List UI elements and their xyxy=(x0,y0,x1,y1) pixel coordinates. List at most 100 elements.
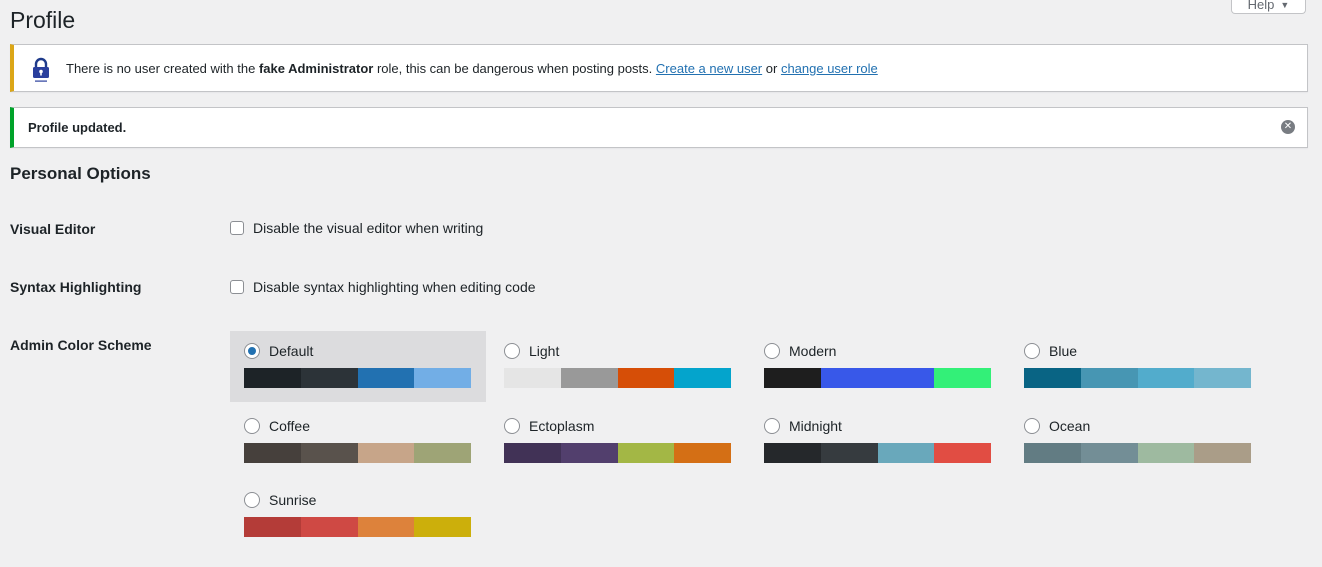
color-swatch xyxy=(934,443,991,463)
color-scheme-radio-light[interactable] xyxy=(504,343,520,359)
color-scheme-label-coffee[interactable]: Coffee xyxy=(269,418,310,434)
color-swatch xyxy=(300,368,358,388)
color-scheme-radio-modern[interactable] xyxy=(764,343,780,359)
color-scheme-radio-coffee[interactable] xyxy=(244,418,260,434)
color-scheme-radio-ocean[interactable] xyxy=(1024,418,1040,434)
help-label: Help xyxy=(1247,0,1275,12)
visual-editor-checkbox[interactable] xyxy=(230,221,244,235)
color-swatch-strip[interactable] xyxy=(1024,368,1251,388)
color-scheme-ectoplasm[interactable]: Ectoplasm xyxy=(490,406,746,477)
color-scheme-radio-midnight[interactable] xyxy=(764,418,780,434)
role-name: fake Administrator xyxy=(258,61,374,76)
color-scheme-blue[interactable]: Blue xyxy=(1010,331,1266,402)
color-scheme-header[interactable]: Ectoplasm xyxy=(504,418,732,434)
success-message: Profile updated. xyxy=(28,120,127,135)
color-scheme-header[interactable]: Blue xyxy=(1024,343,1252,359)
color-swatch xyxy=(674,443,731,463)
color-scheme-modern[interactable]: Modern xyxy=(750,331,1006,402)
color-scheme-header[interactable]: Modern xyxy=(764,343,992,359)
color-scheme-ocean[interactable]: Ocean xyxy=(1010,406,1266,477)
color-swatch xyxy=(617,368,675,388)
color-swatch xyxy=(820,368,878,388)
color-swatch xyxy=(934,368,991,388)
color-swatch xyxy=(504,443,561,463)
color-swatch xyxy=(1137,443,1195,463)
color-swatch-strip[interactable] xyxy=(244,443,471,463)
color-swatch-strip[interactable] xyxy=(1024,443,1251,463)
color-swatch xyxy=(244,368,301,388)
color-swatch xyxy=(560,443,618,463)
color-swatch xyxy=(1024,443,1081,463)
color-swatch xyxy=(1080,368,1138,388)
syntax-highlighting-label: Syntax Highlighting xyxy=(10,279,142,295)
color-swatch xyxy=(300,443,358,463)
color-swatch xyxy=(414,443,471,463)
personal-options-heading: Personal Options xyxy=(10,164,151,183)
color-swatch xyxy=(1080,443,1138,463)
color-scheme-header[interactable]: Light xyxy=(504,343,732,359)
visual-editor-label: Visual Editor xyxy=(10,221,96,237)
color-swatch xyxy=(357,517,415,537)
color-scheme-header[interactable]: Midnight xyxy=(764,418,992,434)
color-scheme-label-ocean[interactable]: Ocean xyxy=(1049,418,1090,434)
color-swatch xyxy=(877,368,935,388)
color-swatch xyxy=(244,517,301,537)
syntax-highlighting-checkbox[interactable] xyxy=(230,280,244,294)
color-swatch-strip[interactable] xyxy=(764,368,991,388)
visual-editor-option-label[interactable]: Disable the visual editor when writing xyxy=(253,220,483,236)
color-scheme-header[interactable]: Sunrise xyxy=(244,492,472,508)
color-scheme-label-midnight[interactable]: Midnight xyxy=(789,418,842,434)
color-scheme-radio-default[interactable] xyxy=(244,343,260,359)
color-scheme-header[interactable]: Ocean xyxy=(1024,418,1252,434)
color-scheme-label-sunrise[interactable]: Sunrise xyxy=(269,492,316,508)
color-scheme-header[interactable]: Default xyxy=(244,343,472,359)
color-scheme-radio-blue[interactable] xyxy=(1024,343,1040,359)
syntax-highlighting-option-label[interactable]: Disable syntax highlighting when editing… xyxy=(253,279,536,295)
color-swatch-strip[interactable] xyxy=(504,368,731,388)
visual-editor-option[interactable]: Disable the visual editor when writing xyxy=(230,220,483,236)
color-scheme-default[interactable]: Default xyxy=(230,331,486,402)
dismiss-close-icon[interactable]: ✕ xyxy=(1281,120,1295,134)
warning-text-start: There is no user created with the xyxy=(66,61,259,76)
color-swatch xyxy=(357,368,415,388)
color-swatch xyxy=(414,517,471,537)
syntax-highlighting-option[interactable]: Disable syntax highlighting when editing… xyxy=(230,279,536,295)
color-scheme-radio-sunrise[interactable] xyxy=(244,492,260,508)
color-swatch xyxy=(560,368,618,388)
warning-text-middle: role, this can be dangerous when posting… xyxy=(373,61,656,76)
color-scheme-label-modern[interactable]: Modern xyxy=(789,343,836,359)
color-swatch xyxy=(244,443,301,463)
color-swatch xyxy=(1024,368,1081,388)
color-scheme-light[interactable]: Light xyxy=(490,331,746,402)
color-swatch xyxy=(300,517,358,537)
color-scheme-radio-ectoplasm[interactable] xyxy=(504,418,520,434)
color-swatch-strip[interactable] xyxy=(764,443,991,463)
color-scheme-midnight[interactable]: Midnight xyxy=(750,406,1006,477)
color-swatch xyxy=(617,443,675,463)
create-new-user-link[interactable]: Create a new user xyxy=(656,61,762,76)
color-swatch xyxy=(414,368,471,388)
color-swatch xyxy=(764,443,821,463)
color-scheme-coffee[interactable]: Coffee xyxy=(230,406,486,477)
role-warning-notice: There is no user created with the fake A… xyxy=(10,44,1308,92)
help-tab-button[interactable]: Help ▼ xyxy=(1231,0,1306,14)
color-scheme-sunrise[interactable]: Sunrise xyxy=(230,480,486,551)
change-user-role-link[interactable]: change user role xyxy=(781,61,878,76)
color-scheme-label-light[interactable]: Light xyxy=(529,343,559,359)
page-title: Profile xyxy=(10,7,76,33)
color-scheme-label-default[interactable]: Default xyxy=(269,343,313,359)
color-swatch-strip[interactable] xyxy=(244,517,471,537)
color-swatch xyxy=(674,368,731,388)
color-swatch xyxy=(1194,368,1251,388)
warning-text-or: or xyxy=(762,61,781,76)
color-swatch xyxy=(504,368,561,388)
color-scheme-label-ectoplasm[interactable]: Ectoplasm xyxy=(529,418,594,434)
caret-down-icon: ▼ xyxy=(1280,0,1290,10)
role-warning-text: There is no user created with the fake A… xyxy=(66,60,878,78)
color-swatch-strip[interactable] xyxy=(244,368,471,388)
color-scheme-header[interactable]: Coffee xyxy=(244,418,472,434)
color-scheme-label-blue[interactable]: Blue xyxy=(1049,343,1077,359)
color-swatch-strip[interactable] xyxy=(504,443,731,463)
lock-icon xyxy=(33,57,49,82)
admin-color-scheme-label: Admin Color Scheme xyxy=(10,337,152,353)
